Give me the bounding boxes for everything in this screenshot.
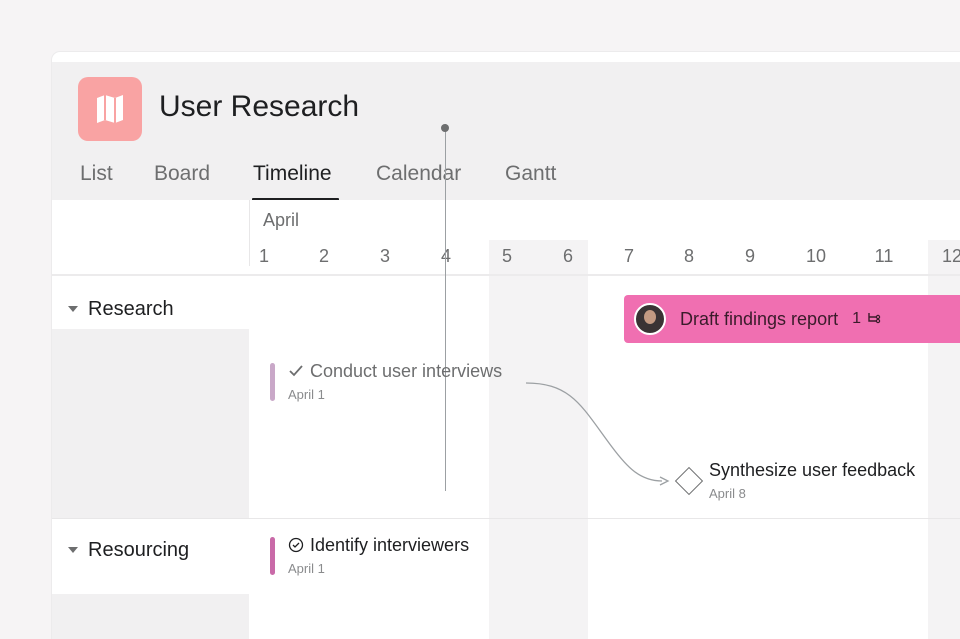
map-icon	[97, 95, 123, 123]
subtask-count: 1	[852, 310, 861, 327]
caret-down-icon[interactable]	[68, 306, 78, 312]
tab-gantt[interactable]: Gantt	[505, 162, 556, 186]
day-label: 7	[623, 246, 635, 266]
day-label: 9	[744, 246, 756, 266]
task-date: April 1	[288, 561, 325, 576]
task-name: Identify interviewers	[310, 535, 470, 555]
subtask-icon	[868, 313, 881, 324]
day-label: 10	[805, 246, 827, 266]
section-header-resourcing[interactable]: Resourcing	[52, 530, 249, 570]
project-window: User Research List Board Timeline Calend…	[52, 52, 960, 639]
task-date: April 1	[288, 387, 325, 402]
caret-down-icon[interactable]	[68, 547, 78, 553]
task-color-bar	[270, 537, 275, 575]
day-label: 2	[318, 246, 330, 266]
section-research-body	[52, 322, 249, 518]
project-icon[interactable]	[78, 77, 142, 141]
section-divider	[52, 518, 960, 519]
day-label: 12	[941, 246, 960, 266]
day-label: 11	[874, 246, 894, 266]
check-circle-icon[interactable]	[288, 537, 304, 553]
month-label: April	[263, 210, 300, 230]
task-conduct-interviews[interactable]: Conduct user interviews April 1	[288, 361, 502, 402]
dependency-arrow	[525, 382, 670, 486]
task-name: Draft findings report	[680, 308, 839, 329]
section-header-research[interactable]: Research	[52, 289, 249, 329]
day-label: 6	[562, 246, 574, 266]
task-name: Synthesize user feedback	[709, 460, 916, 480]
day-label: 1	[258, 246, 270, 266]
task-identify-interviewers[interactable]: Identify interviewers April 1	[288, 535, 469, 576]
section-resourcing-body	[52, 594, 249, 639]
tab-timeline[interactable]: Timeline	[253, 162, 332, 186]
avatar[interactable]	[634, 303, 666, 335]
section-name: Resourcing	[88, 538, 190, 561]
today-marker-dot	[441, 124, 449, 132]
task-color-bar	[270, 363, 275, 401]
section-name: Research	[88, 297, 174, 320]
date-row: 1 2 3 4 5 6 7 8 9 10 11 12	[52, 238, 960, 274]
day-label: 8	[683, 246, 695, 266]
task-date: April 8	[709, 486, 746, 501]
page-title: User Research	[159, 90, 360, 123]
tab-calendar[interactable]: Calendar	[376, 162, 461, 186]
tab-list[interactable]: List	[80, 162, 113, 186]
checkmark-icon[interactable]	[288, 364, 304, 378]
day-label: 3	[379, 246, 391, 266]
day-label: 5	[501, 246, 513, 266]
today-marker-line	[445, 124, 446, 491]
date-row-divider	[52, 274, 960, 276]
task-bar-draft-findings[interactable]: Draft findings report 1	[624, 295, 960, 343]
task-synthesize-feedback[interactable]: Synthesize user feedback April 8	[709, 460, 915, 501]
task-name: Conduct user interviews	[310, 361, 503, 381]
day-label: 4	[440, 246, 452, 266]
timeline-grid: April 1 2 3 4 5 6 7 8 9 10 11 12	[52, 200, 960, 639]
tab-board[interactable]: Board	[154, 162, 210, 186]
